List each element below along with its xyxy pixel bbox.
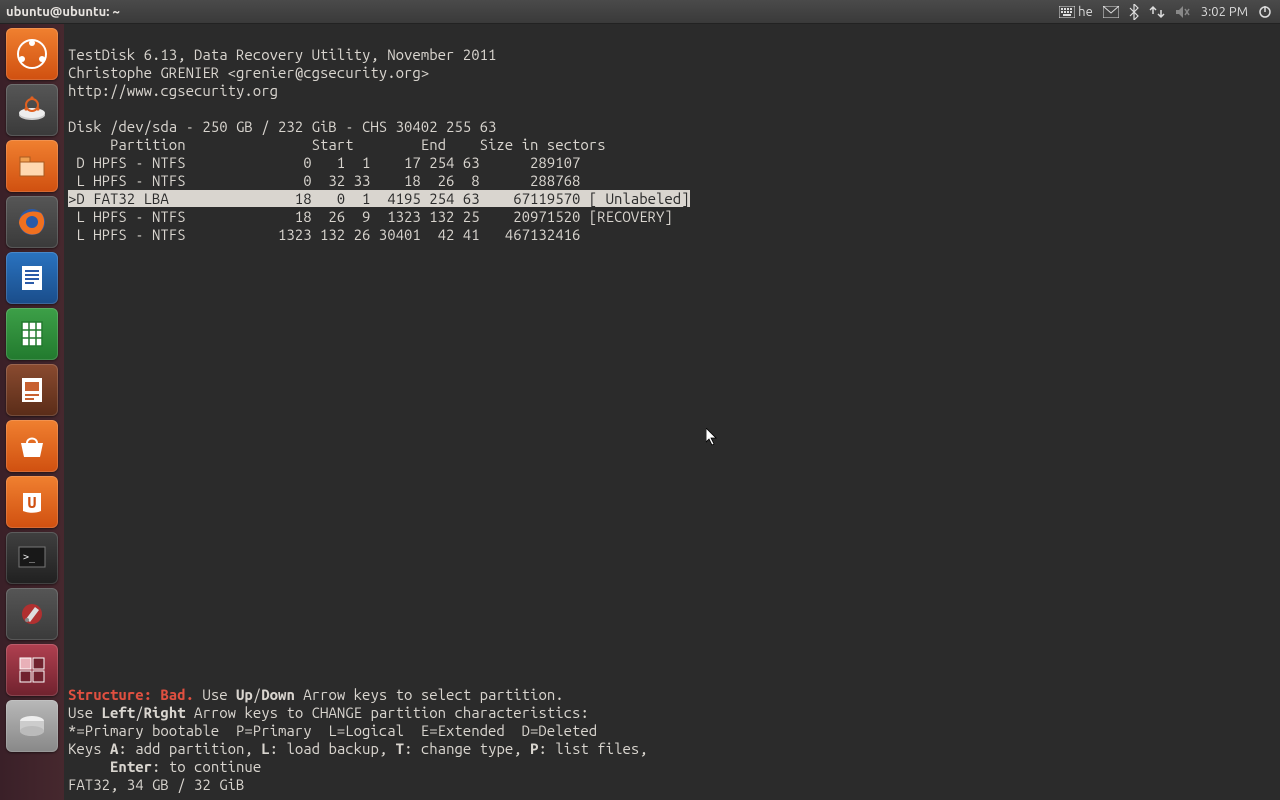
svg-text:U: U xyxy=(28,494,37,512)
launcher: U >_ xyxy=(0,24,64,800)
power-icon[interactable] xyxy=(1258,4,1272,19)
indicator-area: he 3:02 PM xyxy=(1059,4,1280,20)
svg-text:>_: >_ xyxy=(23,552,36,563)
volume-icon[interactable] xyxy=(1175,4,1191,19)
terminal-icon[interactable]: >_ xyxy=(6,532,58,584)
partition-columns: Partition Start End Size in sectors xyxy=(68,136,606,153)
software-center-icon[interactable] xyxy=(6,420,58,472)
testdisk-header-2: Christophe GRENIER <grenier@cgsecurity.o… xyxy=(68,64,429,81)
testdisk-header-3: http://www.cgsecurity.org xyxy=(68,82,278,99)
files-icon[interactable] xyxy=(6,140,58,192)
network-icon[interactable] xyxy=(1149,4,1165,19)
disk-line: Disk /dev/sda - 250 GB / 232 GiB - CHS 3… xyxy=(68,118,496,135)
legend: *=Primary bootable P=Primary L=Logical E… xyxy=(68,722,597,739)
partition-row[interactable]: L HPFS - NTFS 18 26 9 1323 132 25 209715… xyxy=(68,208,673,225)
window-title: ubuntu@ubuntu: ~ xyxy=(0,5,120,19)
status-area: Structure: Bad. Use Up/Down Arrow keys t… xyxy=(68,686,648,794)
firefox-icon[interactable] xyxy=(6,196,58,248)
writer-icon[interactable] xyxy=(6,252,58,304)
bluetooth-icon[interactable] xyxy=(1129,4,1139,20)
structure-status: Structure: Bad. xyxy=(68,686,194,703)
settings-icon[interactable] xyxy=(6,588,58,640)
top-panel: ubuntu@ubuntu: ~ he 3:02 PM xyxy=(0,0,1280,24)
partition-row[interactable]: L HPFS - NTFS 1323 132 26 30401 42 41 46… xyxy=(68,226,580,243)
keyboard-indicator[interactable]: he xyxy=(1059,5,1093,19)
drive-icon[interactable] xyxy=(6,700,58,752)
installer-icon[interactable] xyxy=(6,84,58,136)
partition-row[interactable]: D HPFS - NTFS 0 1 1 17 254 63 289107 xyxy=(68,154,580,171)
dash-icon[interactable] xyxy=(6,28,58,80)
partition-row[interactable]: L HPFS - NTFS 0 32 33 18 26 8 288768 xyxy=(68,172,580,189)
keyboard-layout-label: he xyxy=(1078,5,1093,19)
calc-icon[interactable] xyxy=(6,308,58,360)
mail-icon[interactable] xyxy=(1103,5,1119,19)
partition-row-selected[interactable]: >D FAT32 LBA 18 0 1 4195 254 63 67119570… xyxy=(68,190,690,207)
testdisk-header-1: TestDisk 6.13, Data Recovery Utility, No… xyxy=(68,46,496,63)
impress-icon[interactable] xyxy=(6,364,58,416)
terminal[interactable]: TestDisk 6.13, Data Recovery Utility, No… xyxy=(64,24,1280,800)
ubuntu-one-icon[interactable]: U xyxy=(6,476,58,528)
clock[interactable]: 3:02 PM xyxy=(1201,5,1248,19)
fs-info: FAT32, 34 GB / 32 GiB xyxy=(68,776,244,793)
workspace-switcher-icon[interactable] xyxy=(6,644,58,696)
